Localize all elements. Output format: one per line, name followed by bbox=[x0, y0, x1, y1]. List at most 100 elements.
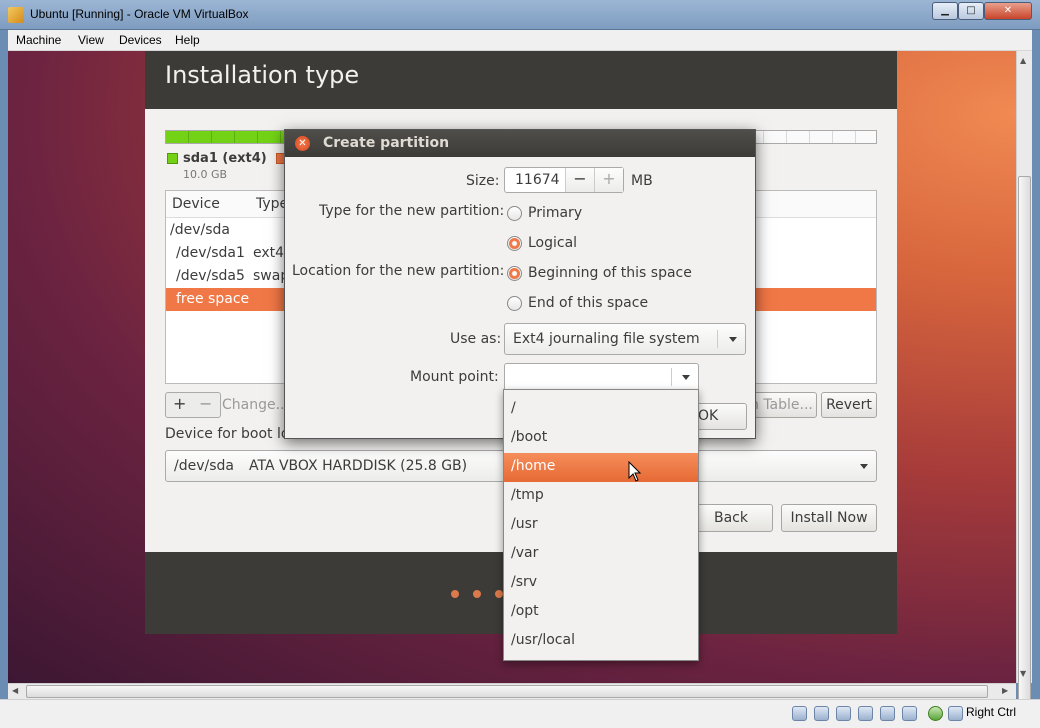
size-increment-button[interactable]: + bbox=[594, 168, 623, 192]
size-label: Size: bbox=[466, 173, 500, 189]
progress-dot bbox=[451, 590, 459, 598]
row-device: free space bbox=[176, 291, 250, 307]
item-label: /var bbox=[511, 545, 539, 561]
boot-device-desc: ATA VBOX HARDDISK (25.8 GB) bbox=[249, 458, 468, 474]
mount-point-combo[interactable] bbox=[504, 363, 699, 391]
menu-view[interactable]: View bbox=[78, 33, 104, 47]
back-button[interactable]: Back bbox=[689, 504, 773, 532]
boot-device: /dev/sda bbox=[174, 458, 234, 474]
legend-label-sda1: sda1 (ext4) bbox=[183, 151, 267, 166]
item-label: /usr/local bbox=[511, 632, 575, 648]
scroll-right-icon[interactable]: ▶ bbox=[1002, 686, 1008, 695]
close-window-button[interactable]: ✕ bbox=[984, 2, 1032, 20]
menu-devices[interactable]: Devices bbox=[119, 33, 162, 47]
dialog-title: Create partition bbox=[323, 135, 450, 151]
scroll-thumb[interactable] bbox=[26, 685, 988, 698]
use-as-select[interactable]: Ext4 journaling file system bbox=[504, 323, 746, 355]
radio-beginning[interactable] bbox=[507, 266, 522, 281]
list-item[interactable]: / bbox=[504, 395, 698, 424]
display-icon[interactable] bbox=[902, 706, 917, 721]
item-label: /opt bbox=[511, 603, 539, 619]
window-title: Ubuntu [Running] - Oracle VM VirtualBox bbox=[30, 7, 249, 21]
item-label: /usr bbox=[511, 516, 538, 532]
item-label: /srv bbox=[511, 574, 538, 590]
dialog-close-button[interactable]: ✕ bbox=[295, 136, 310, 151]
legend-swatch-sda1 bbox=[167, 153, 178, 164]
row-device: /dev/sda5 bbox=[176, 268, 245, 284]
mouse-integration-icon[interactable] bbox=[928, 706, 943, 721]
shared-folder-icon[interactable] bbox=[880, 706, 895, 721]
size-decrement-button[interactable]: − bbox=[565, 168, 594, 192]
scroll-down-icon[interactable]: ▼ bbox=[1020, 669, 1026, 678]
usb-icon[interactable] bbox=[836, 706, 851, 721]
menu-help[interactable]: Help bbox=[175, 33, 200, 47]
page-title: Installation type bbox=[165, 61, 360, 89]
mount-point-label: Mount point: bbox=[410, 369, 499, 385]
remove-partition-button[interactable]: − bbox=[199, 394, 212, 413]
radio-logical-label[interactable]: Logical bbox=[528, 235, 577, 251]
revert-button[interactable]: Revert bbox=[821, 392, 877, 418]
add-partition-button[interactable]: + bbox=[173, 394, 186, 413]
vm-display[interactable]: Installation type sda1 (ext4) 10.0 GB De… bbox=[8, 51, 1016, 683]
host-key-label: Right Ctrl bbox=[966, 705, 1017, 719]
list-item[interactable]: /tmp bbox=[504, 482, 698, 511]
scroll-left-icon[interactable]: ◀ bbox=[12, 686, 18, 695]
item-label: / bbox=[511, 400, 516, 416]
row-type: ext4 bbox=[253, 245, 285, 261]
horizontal-scrollbar[interactable]: ◀ ▶ bbox=[8, 683, 1016, 699]
progress-dot bbox=[495, 590, 503, 598]
chevron-down-icon bbox=[729, 337, 737, 342]
list-item[interactable]: /boot bbox=[504, 424, 698, 453]
vm-statusbar: Right Ctrl bbox=[0, 699, 1040, 728]
maximize-button[interactable]: □ bbox=[958, 2, 984, 20]
new-partition-table-button[interactable]: n Table... bbox=[749, 392, 817, 418]
list-item[interactable]: /opt bbox=[504, 598, 698, 627]
mouse-cursor-icon bbox=[628, 461, 642, 482]
boot-loader-label: Device for boot lo bbox=[165, 426, 290, 442]
progress-dot bbox=[473, 590, 481, 598]
radio-end-label[interactable]: End of this space bbox=[528, 295, 648, 311]
partition-bar-sda1 bbox=[166, 131, 284, 143]
radio-logical[interactable] bbox=[507, 236, 522, 251]
row-device: /dev/sda1 bbox=[176, 245, 245, 261]
list-item[interactable]: /usr/local bbox=[504, 627, 698, 656]
radio-primary-label[interactable]: Primary bbox=[528, 205, 582, 221]
list-item-highlighted[interactable]: /home bbox=[504, 453, 698, 482]
row-device: /dev/sda bbox=[170, 222, 230, 238]
combo-divider bbox=[717, 330, 718, 348]
virtualbox-icon bbox=[8, 7, 24, 23]
scroll-up-icon[interactable]: ▲ bbox=[1020, 56, 1026, 65]
list-item[interactable]: /usr bbox=[504, 511, 698, 540]
optical-drive-icon[interactable] bbox=[814, 706, 829, 721]
dialog-titlebar: ✕ Create partition bbox=[285, 130, 755, 157]
vm-menubar: Machine View Devices Help bbox=[8, 30, 1032, 51]
window-titlebar: Ubuntu [Running] - Oracle VM VirtualBox … bbox=[0, 0, 1040, 30]
item-label: /tmp bbox=[511, 487, 544, 503]
legend-size-sda1: 10.0 GB bbox=[183, 168, 228, 181]
table-button-group: + − bbox=[165, 392, 221, 418]
chevron-down-icon bbox=[860, 464, 868, 469]
mount-point-dropdown[interactable]: / /boot /home /tmp /usr /var /srv /opt /… bbox=[503, 389, 699, 661]
size-value: 11674 bbox=[515, 172, 560, 188]
radio-primary[interactable] bbox=[507, 206, 522, 221]
radio-end[interactable] bbox=[507, 296, 522, 311]
chevron-down-icon bbox=[682, 375, 690, 380]
radio-beginning-label[interactable]: Beginning of this space bbox=[528, 265, 692, 281]
install-now-button[interactable]: Install Now bbox=[781, 504, 877, 532]
list-item[interactable]: /srv bbox=[504, 569, 698, 598]
location-label: Location for the new partition: bbox=[292, 263, 505, 279]
vertical-scrollbar[interactable]: ▲ ▼ bbox=[1016, 51, 1032, 710]
list-item[interactable]: /var bbox=[504, 540, 698, 569]
minimize-button[interactable]: ▁ bbox=[932, 2, 958, 20]
host-key-icon bbox=[948, 706, 963, 721]
network-icon[interactable] bbox=[858, 706, 873, 721]
use-as-value: Ext4 journaling file system bbox=[513, 331, 700, 347]
size-spinner[interactable]: 11674 − + bbox=[504, 167, 624, 193]
item-label: /home bbox=[511, 458, 556, 474]
item-label: /boot bbox=[511, 429, 548, 445]
scroll-thumb[interactable] bbox=[1018, 176, 1031, 710]
hard-disk-icon[interactable] bbox=[792, 706, 807, 721]
change-button[interactable]: Change... bbox=[222, 397, 289, 413]
menu-machine[interactable]: Machine bbox=[16, 33, 61, 47]
column-device[interactable]: Device bbox=[172, 196, 220, 212]
